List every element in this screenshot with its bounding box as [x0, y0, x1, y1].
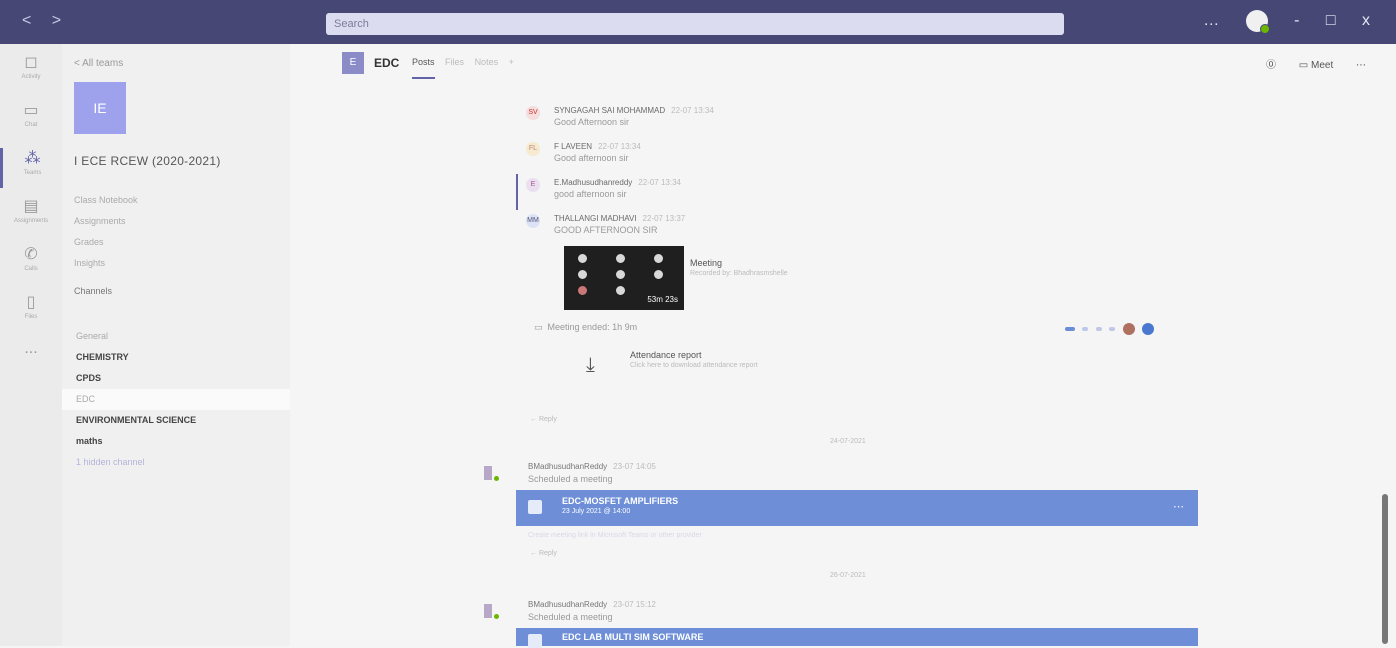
channel-chemistry[interactable]: CHEMISTRY: [62, 347, 290, 368]
back-forward-arrows[interactable]: < >: [22, 12, 69, 30]
post-text: Scheduled a meeting: [528, 474, 613, 484]
tab-files[interactable]: Files: [445, 57, 464, 67]
avatar: [1142, 322, 1155, 335]
recording-duration: 53m 23s: [647, 295, 678, 304]
meet-button[interactable]: ▭ Meet: [1299, 60, 1333, 71]
link-class-notebook[interactable]: Class Notebook: [74, 190, 138, 211]
meeting-recording-thumbnail[interactable]: 53m 23s: [564, 246, 684, 310]
avatar: SV: [526, 106, 540, 120]
team-avatar: IE: [74, 82, 126, 134]
tab-posts[interactable]: Posts: [412, 57, 435, 79]
rail-teams[interactable]: ⁂ Teams: [0, 148, 62, 188]
avatar: MM: [526, 214, 540, 228]
avatar: [484, 604, 499, 619]
chat-icon: ▭: [23, 102, 39, 119]
post-author: SYNGAGAH SAI MOHAMMAD 22-07 13:34: [554, 106, 714, 115]
post-author: F LAVEEN 22-07 13:34: [554, 142, 641, 151]
all-teams-link[interactable]: < All teams: [74, 58, 123, 69]
channel-tabs: Posts Files Notes +: [412, 57, 522, 79]
info-icon[interactable]: ⓪: [1266, 60, 1276, 71]
more-icon[interactable]: ⋯: [1173, 500, 1184, 513]
channel-list: General CHEMISTRY CPDS EDC ENVIRONMENTAL…: [62, 326, 290, 473]
rail-assignments[interactable]: ▤ Assignments: [0, 196, 62, 236]
title-bar: < > Search … - □ x: [0, 0, 1396, 44]
post-text: GOOD AFTERNOON SIR: [554, 225, 658, 235]
post-author: BMadhusudhanReddy 23-07 15:12: [528, 600, 656, 609]
header-actions: ⓪ ▭ Meet ⋯: [1246, 56, 1366, 71]
hidden-channels-link[interactable]: 1 hidden channel: [62, 452, 290, 473]
bell-icon: ◻: [24, 54, 38, 71]
meeting-card[interactable]: EDC LAB MULTI SIM SOFTWARE: [516, 628, 1198, 648]
team-links: Class Notebook Assignments Grades Insigh…: [74, 190, 138, 274]
thread-indicator: [516, 174, 518, 210]
close-icon[interactable]: x: [1362, 12, 1370, 30]
more-options-icon[interactable]: …: [1203, 12, 1219, 30]
rail-calls[interactable]: ✆ Calls: [0, 244, 62, 284]
add-tab-button[interactable]: +: [509, 57, 514, 67]
minimize-icon[interactable]: -: [1294, 12, 1299, 30]
date-separator: 26-07-2021: [830, 572, 866, 579]
phone-icon: ✆: [24, 246, 38, 263]
post-text: Good Afternoon sir: [554, 117, 630, 127]
avatar: FL: [526, 142, 540, 156]
search-input[interactable]: Search: [326, 13, 1064, 35]
reply-button[interactable]: ← Reply: [530, 416, 557, 423]
channel-sidebar: < All teams IE I ECE RCEW (2020-2021) Cl…: [62, 44, 291, 646]
link-assignments[interactable]: Assignments: [74, 211, 138, 232]
channel-header: E EDC Posts Files Notes + ⓪ ▭ Meet ⋯: [290, 44, 1396, 82]
tab-notes[interactable]: Notes: [475, 57, 499, 67]
camera-icon: ▭: [534, 322, 543, 332]
avatar[interactable]: [1245, 10, 1270, 34]
channels-header: Channels: [74, 286, 113, 296]
participant-avatars[interactable]: [1062, 320, 1155, 338]
app-rail: ◻ Activity ▭ Chat ⁂ Teams ▤ Assignments ✆ Cal…: [0, 44, 63, 646]
channel-title: EDC: [374, 56, 400, 70]
team-name[interactable]: I ECE RCEW (2020-2021): [74, 154, 221, 168]
assignments-icon: ▤: [23, 198, 39, 215]
more-icon: ...: [24, 340, 38, 357]
meeting-title[interactable]: Meeting: [690, 258, 722, 268]
scrollbar[interactable]: [1382, 494, 1388, 644]
post-text: good afternoon sir: [554, 189, 627, 199]
teams-icon: ⁂: [24, 150, 41, 167]
main-pane: E EDC Posts Files Notes + ⓪ ▭ Meet ⋯ SV …: [290, 44, 1396, 648]
post-text: Good afternoon sir: [554, 153, 629, 163]
rail-more[interactable]: ...: [0, 340, 62, 380]
channel-maths[interactable]: maths: [62, 431, 290, 452]
channel-icon: E: [342, 52, 364, 74]
link-insights[interactable]: Insights: [74, 253, 138, 274]
avatar: E: [526, 178, 540, 192]
maximize-icon[interactable]: □: [1326, 12, 1336, 30]
more-icon[interactable]: ⋯: [1356, 60, 1366, 71]
meeting-recorded-by: Recorded by: Bhadhrasmshelle: [690, 270, 788, 277]
channel-cpds[interactable]: CPDS: [62, 368, 290, 389]
rail-chat[interactable]: ▭ Chat: [0, 100, 62, 140]
meeting-ended-text: ▭ Meeting ended: 1h 9m: [534, 322, 638, 332]
channel-environmental-science[interactable]: ENVIRONMENTAL SCIENCE: [62, 410, 290, 431]
calendar-icon: [528, 500, 542, 514]
meeting-card-title: EDC-MOSFET AMPLIFIERS: [562, 496, 679, 506]
window-controls: … - □ x: [1181, 10, 1370, 34]
channel-edc[interactable]: EDC: [62, 389, 290, 410]
post-author: E.Madhusudhanreddy 22-07 13:34: [554, 178, 681, 187]
link-grades[interactable]: Grades: [74, 232, 138, 253]
post-author: THALLANGI MADHAVI 22-07 13:37: [554, 214, 686, 223]
post-author: BMadhusudhanReddy 23-07 14:05: [528, 462, 656, 471]
meeting-card-title: EDC LAB MULTI SIM SOFTWARE: [562, 632, 704, 642]
download-icon[interactable]: ⤓: [586, 354, 595, 377]
channel-general[interactable]: General: [62, 326, 290, 347]
rail-files[interactable]: ▯ Files: [0, 292, 62, 332]
avatar: [484, 466, 499, 481]
reply-button[interactable]: ← Reply: [530, 550, 557, 557]
post-text: Scheduled a meeting: [528, 612, 613, 622]
meeting-note: Create meeting link in Microsoft Teams o…: [528, 532, 702, 539]
meeting-card-date: 23 July 2021 @ 14:00: [562, 508, 631, 515]
file-icon: ▯: [26, 294, 36, 311]
rail-activity[interactable]: ◻ Activity: [0, 52, 62, 92]
date-separator: 24-07-2021: [830, 438, 866, 445]
avatar: [1122, 322, 1135, 335]
attendance-report-title[interactable]: Attendance report: [630, 350, 702, 360]
meeting-card[interactable]: EDC-MOSFET AMPLIFIERS 23 July 2021 @ 14:…: [516, 490, 1198, 526]
attendance-report-link[interactable]: Click here to download attendance report: [630, 362, 758, 369]
